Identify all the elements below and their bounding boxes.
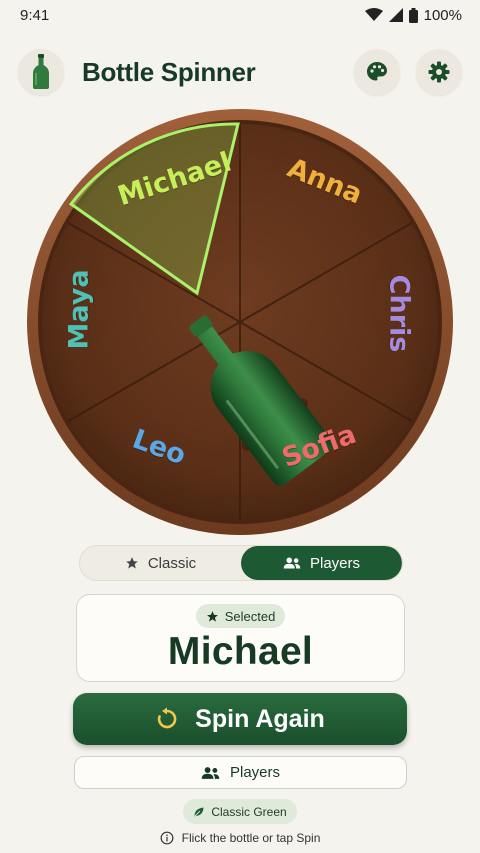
- group-icon: [283, 557, 301, 569]
- settings-button[interactable]: [416, 49, 462, 95]
- theme-chip[interactable]: Classic Green: [183, 799, 297, 824]
- wifi-icon: [364, 8, 383, 21]
- battery-icon: [408, 7, 418, 23]
- mode-players-label: Players: [309, 554, 361, 572]
- app-bar: Bottle Spinner: [0, 46, 480, 98]
- star-icon: [125, 557, 138, 569]
- hint-text: Flick the bottle or tap Spin: [0, 829, 480, 847]
- bottle-icon: [33, 54, 49, 89]
- spin-wheel[interactable]: Michael Anna Chris Sofia Leo Maya: [26, 108, 454, 536]
- app-logo: [18, 49, 64, 95]
- status-icons: 100%: [364, 6, 462, 24]
- mode-classic-tab[interactable]: Classic: [80, 546, 241, 580]
- selected-badge-label: Selected: [224, 608, 276, 624]
- player-label-maya: Maya: [63, 269, 95, 350]
- hint-label: Flick the bottle or tap Spin: [181, 831, 321, 845]
- status-bar: 9:41 100%: [0, 0, 480, 30]
- theme-button[interactable]: [354, 49, 400, 95]
- leaf-icon: [194, 807, 204, 816]
- mode-players-tab[interactable]: Players: [241, 546, 402, 580]
- signal-icon: [388, 8, 403, 22]
- info-icon: [160, 831, 174, 845]
- spin-again-button[interactable]: Spin Again: [73, 693, 407, 745]
- palette-icon: [367, 62, 387, 81]
- selected-player-card: Selected Michael: [76, 594, 405, 682]
- theme-chip-label: Classic Green: [211, 804, 287, 819]
- app-title: Bottle Spinner: [82, 56, 256, 87]
- refresh-icon: [157, 707, 177, 729]
- mode-toggle: Classic Players: [79, 545, 403, 581]
- players-button[interactable]: Players: [74, 756, 407, 789]
- selected-player-name: Michael: [167, 630, 314, 673]
- mode-classic-label: Classic: [147, 554, 197, 572]
- selected-badge: Selected: [195, 604, 286, 628]
- group-icon: [201, 766, 220, 779]
- spin-again-label: Spin Again: [195, 704, 325, 733]
- star-icon: [206, 610, 218, 622]
- status-time: 9:41: [20, 6, 50, 24]
- gear-icon: [428, 61, 450, 83]
- player-label-chris: Chris: [383, 274, 415, 353]
- players-button-label: Players: [229, 764, 281, 781]
- battery-text: 100%: [423, 6, 462, 24]
